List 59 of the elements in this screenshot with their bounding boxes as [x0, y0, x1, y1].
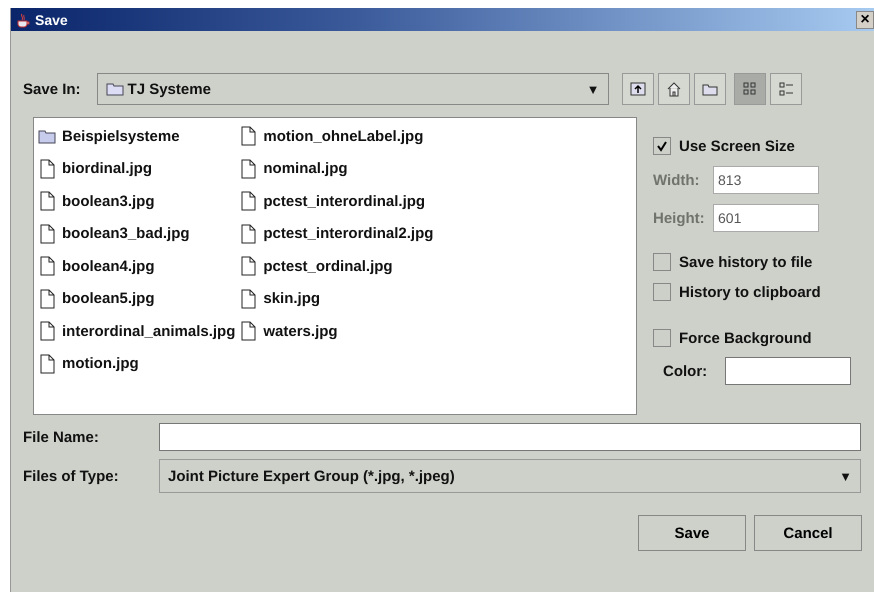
files-of-type-label: Files of Type: [23, 468, 120, 484]
document-icon [239, 126, 258, 146]
document-icon [239, 191, 258, 212]
document-icon [239, 158, 258, 179]
document-icon [38, 321, 56, 342]
document-icon [38, 256, 56, 276]
option-checkbox[interactable]: Save history to file [653, 247, 852, 277]
file-name-label: File Name: [23, 428, 100, 446]
document-icon [38, 288, 56, 309]
save-button[interactable]: Save [638, 515, 746, 551]
folder-item[interactable]: Beispielsysteme [38, 120, 236, 152]
file-item[interactable]: pctest_interordinal.jpg [239, 185, 434, 218]
coffee-cup-icon [15, 12, 31, 28]
file-item[interactable]: biordinal.jpg [38, 152, 236, 185]
dropdown-arrow: ▼ [586, 82, 600, 96]
save-in-value: TJ Systeme [128, 80, 212, 98]
option-checkbox[interactable]: History to clipboard [653, 277, 852, 307]
document-icon [239, 288, 258, 309]
folder-icon [106, 82, 124, 96]
file-item[interactable]: waters.jpg [239, 315, 434, 348]
document-icon [38, 224, 56, 244]
list-view-button[interactable] [734, 73, 766, 105]
file-item[interactable]: skin.jpg [239, 282, 434, 315]
use-screen-size-checkbox[interactable]: Use Screen Size [653, 131, 852, 161]
home-button[interactable] [658, 73, 690, 105]
close-button[interactable]: × [856, 10, 874, 28]
file-item[interactable]: boolean3.jpg [38, 185, 236, 218]
new-folder-button[interactable] [694, 73, 726, 105]
option-checkbox[interactable]: Force Background [653, 323, 852, 353]
up-folder-button[interactable] [622, 73, 654, 105]
file-item[interactable]: boolean4.jpg [38, 250, 236, 282]
file-item[interactable]: boolean5.jpg [38, 282, 236, 315]
color-field[interactable] [725, 357, 852, 385]
file-item[interactable]: boolean3_bad.jpg [38, 218, 236, 250]
file-item[interactable]: motion.jpg [38, 348, 236, 380]
file-item[interactable]: pctest_ordinal.jpg [239, 250, 434, 282]
file-name-field[interactable] [159, 423, 861, 451]
up-arrow-folder-icon [628, 80, 647, 98]
document-icon [239, 256, 258, 276]
height-label: Height: [653, 210, 706, 226]
details-view-button[interactable] [770, 73, 802, 105]
document-icon [38, 191, 56, 212]
file-item[interactable]: nominal.jpg [239, 152, 434, 185]
list-icon [776, 80, 795, 98]
window-title: Save [35, 12, 69, 28]
document-icon [38, 354, 56, 374]
width-label: Width: [653, 172, 701, 188]
file-item[interactable]: motion_ohneLabel.jpg [239, 120, 434, 152]
files-of-type-dropdown[interactable]: Joint Picture Expert Group (*.jpg, *.jpeg) ▼ [159, 459, 861, 493]
checkmark-icon [656, 140, 668, 152]
document-icon [239, 321, 258, 342]
color-label: Color: [663, 362, 708, 380]
document-icon [239, 224, 258, 244]
file-item[interactable]: interordinal_animals.jpg [38, 315, 236, 348]
document-icon [38, 158, 56, 179]
save-in-dropdown[interactable]: TJ Systeme ▼ [96, 73, 609, 105]
save-in-label: Save In: [23, 80, 81, 98]
cancel-button[interactable]: Cancel [754, 515, 862, 551]
file-item[interactable]: pctest_interordinal2.jpg [239, 218, 434, 250]
